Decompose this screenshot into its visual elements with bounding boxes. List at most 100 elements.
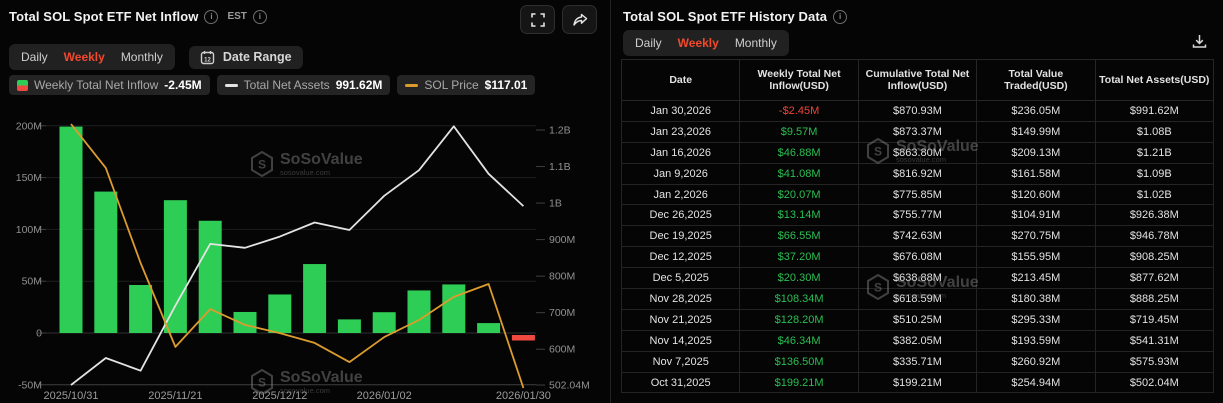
cell-assets: $991.62M <box>1095 101 1213 122</box>
legend-label: SOL Price <box>424 78 478 92</box>
cell-inflow: $37.20M <box>740 247 858 268</box>
cell-date: Nov 7,2025 <box>622 351 740 372</box>
tab-monthly[interactable]: Monthly <box>727 33 785 53</box>
cell-cumulative: $863.80M <box>858 142 976 163</box>
right-axis-tick-label: 1.1B <box>549 161 571 173</box>
history-table: DateWeekly Total Net Inflow(USD)Cumulati… <box>621 59 1214 393</box>
cell-traded: $270.75M <box>977 226 1095 247</box>
x-axis-tick-label: 2026/01/02 <box>357 390 412 402</box>
share-button[interactable] <box>562 5 597 34</box>
cell-traded: $180.38M <box>977 289 1095 310</box>
cell-cumulative: $742.63M <box>858 226 976 247</box>
left-axis-tick-label: 100M <box>16 224 42 236</box>
cell-cumulative: $816.92M <box>858 163 976 184</box>
cell-traded: $213.45M <box>977 268 1095 289</box>
fullscreen-button[interactable] <box>520 5 555 34</box>
cell-inflow: $41.08M <box>740 163 858 184</box>
cell-traded: $104.91M <box>977 205 1095 226</box>
cell-assets: $877.62M <box>1095 268 1213 289</box>
info-icon[interactable]: i <box>204 10 218 24</box>
column-header-total-net-assets-usd: Total Net Assets(USD) <box>1095 60 1213 101</box>
inflow-bar-positive <box>303 264 326 333</box>
cell-cumulative: $873.37M <box>858 121 976 142</box>
x-axis-tick-label: 2025/11/21 <box>148 390 202 402</box>
history-title: Total SOL Spot ETF History Data <box>623 9 827 24</box>
cell-assets: $719.45M <box>1095 309 1213 330</box>
cell-cumulative: $618.59M <box>858 289 976 310</box>
net-inflow-combo-chart[interactable]: 200M150M100M50M0-50M1.2B1.1B1B900M800M70… <box>0 103 600 403</box>
right-axis-tick-label: 1B <box>549 198 562 210</box>
cell-traded: $254.94M <box>977 372 1095 393</box>
cell-assets: $946.78M <box>1095 226 1213 247</box>
table-row: Jan 16,2026$46.88M$863.80M$209.13M$1.21B <box>622 142 1214 163</box>
cell-cumulative: $775.85M <box>858 184 976 205</box>
inflow-bar-positive <box>199 221 222 333</box>
page-title: Total SOL Spot ETF Net Inflow <box>9 9 198 24</box>
cell-date: Oct 31,2025 <box>622 372 740 393</box>
cell-traded: $260.92M <box>977 351 1095 372</box>
history-table-wrap: DateWeekly Total Net Inflow(USD)Cumulati… <box>621 59 1214 393</box>
tab-weekly[interactable]: Weekly <box>670 33 727 53</box>
chart-header-actions <box>520 5 597 34</box>
table-row: Dec 12,2025$37.20M$676.08M$155.95M$908.2… <box>622 247 1214 268</box>
cell-traded: $209.13M <box>977 142 1095 163</box>
calendar-icon: 12 <box>200 50 215 65</box>
cell-traded: $295.33M <box>977 309 1095 330</box>
x-axis-tick-label: 2025/10/31 <box>43 390 98 402</box>
info-icon[interactable]: i <box>833 10 847 24</box>
cell-assets: $1.02B <box>1095 184 1213 205</box>
left-axis-tick-label: -50M <box>18 379 42 391</box>
table-row: Nov 28,2025$108.34M$618.59M$180.38M$888.… <box>622 289 1214 310</box>
table-row: Jan 2,2026$20.07M$775.85M$120.60M$1.02B <box>622 184 1214 205</box>
table-row: Jan 30,2026-$2.45M$870.93M$236.05M$991.6… <box>622 101 1214 122</box>
date-range-button[interactable]: 12 Date Range <box>189 46 303 69</box>
inflow-bar-positive <box>268 294 291 333</box>
white-line-swatch-icon <box>225 84 238 87</box>
info-icon[interactable]: i <box>253 10 267 24</box>
x-axis-tick-label: 2025/12/12 <box>252 390 307 402</box>
tab-daily[interactable]: Daily <box>13 47 56 67</box>
cell-inflow: $66.55M <box>740 226 858 247</box>
right-panel-header: Total SOL Spot ETF History Data i <box>611 0 1223 24</box>
legend-value: 991.62M <box>336 78 383 92</box>
fullscreen-icon <box>531 13 545 27</box>
cell-inflow: $20.07M <box>740 184 858 205</box>
inflow-bar-positive <box>373 312 396 333</box>
cell-inflow: -$2.45M <box>740 101 858 122</box>
cell-date: Jan 2,2026 <box>622 184 740 205</box>
table-row: Nov 7,2025$136.50M$335.71M$260.92M$575.9… <box>622 351 1214 372</box>
table-row: Nov 21,2025$128.20M$510.25M$295.33M$719.… <box>622 309 1214 330</box>
inflow-bar-positive <box>442 284 465 333</box>
left-axis-tick-label: 200M <box>16 120 42 132</box>
history-data-panel: Total SOL Spot ETF History Data i DailyW… <box>610 0 1223 403</box>
orange-line-swatch-icon <box>405 84 418 87</box>
legend-total-net-assets[interactable]: Total Net Assets991.62M <box>217 75 391 95</box>
cell-traded: $120.60M <box>977 184 1095 205</box>
timezone-label: EST <box>227 11 246 22</box>
legend-value: -2.45M <box>164 78 201 92</box>
cell-date: Jan 23,2026 <box>622 121 740 142</box>
cell-cumulative: $199.21M <box>858 372 976 393</box>
inflow-bar-positive <box>234 312 257 333</box>
cell-traded: $161.58M <box>977 163 1095 184</box>
inflow-bar-positive <box>129 285 152 333</box>
cell-assets: $502.04M <box>1095 372 1213 393</box>
cell-date: Nov 21,2025 <box>622 309 740 330</box>
legend-sol-price[interactable]: SOL Price$117.01 <box>397 75 535 95</box>
legend-label: Weekly Total Net Inflow <box>34 78 158 92</box>
right-axis-tick-label: 502.04M <box>549 380 590 392</box>
right-axis-tick-label: 600M <box>549 344 575 356</box>
table-row: Dec 26,2025$13.14M$755.77M$104.91M$926.3… <box>622 205 1214 226</box>
tab-weekly[interactable]: Weekly <box>56 47 113 67</box>
table-row: Oct 31,2025$199.21M$199.21M$254.94M$502.… <box>622 372 1214 393</box>
legend-weekly-total-net-inflow[interactable]: Weekly Total Net Inflow -2.45M <box>9 75 210 95</box>
table-row: Dec 5,2025$20.30M$638.88M$213.45M$877.62… <box>622 268 1214 289</box>
tab-daily[interactable]: Daily <box>627 33 670 53</box>
net-inflow-chart-panel: Total SOL Spot ETF Net Inflow i EST i Da… <box>0 0 610 403</box>
cell-inflow: $9.57M <box>740 121 858 142</box>
tab-monthly[interactable]: Monthly <box>113 47 171 67</box>
cell-date: Jan 30,2026 <box>622 101 740 122</box>
download-button[interactable] <box>1191 33 1208 55</box>
cell-assets: $1.08B <box>1095 121 1213 142</box>
cell-date: Jan 16,2026 <box>622 142 740 163</box>
